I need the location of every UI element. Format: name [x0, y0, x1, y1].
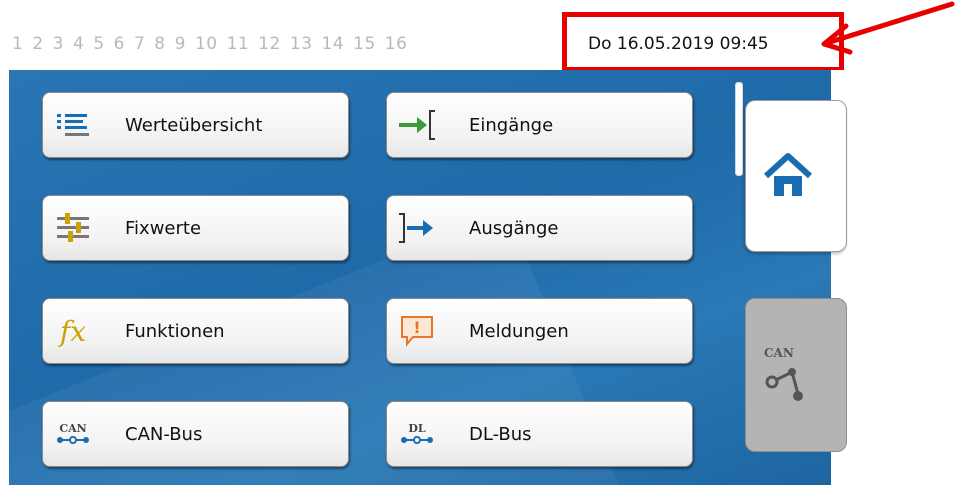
sliders-icon	[53, 208, 93, 248]
inputs-button[interactable]: Eingänge	[386, 92, 693, 158]
can-network-icon-label: CAN	[764, 346, 794, 360]
can-bus-icon-label: CAN	[59, 422, 87, 435]
page-number-list: 1 2 3 4 5 6 7 8 9 10 11 12 13 14 15 16	[12, 34, 407, 54]
page-number-12[interactable]: 12	[258, 34, 281, 54]
messages-button[interactable]: ! Meldungen	[386, 298, 693, 364]
page-number-3[interactable]: 3	[53, 34, 64, 54]
fixed-values-label: Fixwerte	[125, 217, 202, 239]
page-number-11[interactable]: 11	[227, 34, 250, 54]
outputs-label: Ausgänge	[469, 217, 559, 239]
home-icon	[763, 153, 813, 196]
fixed-values-button[interactable]: Fixwerte	[42, 195, 349, 261]
messages-icon: !	[397, 311, 437, 351]
values-overview-button[interactable]: Werteübersicht	[42, 92, 349, 158]
page-number-16[interactable]: 16	[385, 34, 408, 54]
dl-bus-button[interactable]: DL DL-Bus	[386, 401, 693, 467]
annotation-arrow-icon	[821, 1, 955, 55]
dl-bus-icon: DL	[397, 414, 437, 454]
messages-label: Meldungen	[469, 320, 569, 342]
outputs-button[interactable]: Ausgänge	[386, 195, 693, 261]
home-tab[interactable]	[745, 100, 847, 252]
page-number-2[interactable]: 2	[32, 34, 43, 54]
can-bus-label: CAN-Bus	[125, 423, 203, 445]
page-number-10[interactable]: 10	[195, 34, 218, 54]
values-overview-label: Werteübersicht	[125, 114, 263, 136]
page-number-8[interactable]: 8	[154, 34, 165, 54]
page-number-15[interactable]: 15	[353, 34, 376, 54]
functions-label: Funktionen	[125, 320, 225, 342]
dl-bus-icon-label: DL	[408, 422, 426, 435]
page-number-14[interactable]: 14	[322, 34, 345, 54]
dl-bus-label: DL-Bus	[469, 423, 532, 445]
right-edge-background	[831, 70, 958, 485]
functions-button[interactable]: fx Funktionen	[42, 298, 349, 364]
page-number-4[interactable]: 4	[73, 34, 84, 54]
outputs-icon	[397, 208, 437, 248]
page-number-5[interactable]: 5	[93, 34, 104, 54]
main-menu-panel: Werteübersicht Eingänge Fixwerte Ausgäng…	[9, 70, 831, 485]
page-number-1[interactable]: 1	[12, 34, 23, 54]
can-network-icon: CAN	[764, 346, 808, 404]
fx-icon: fx	[53, 311, 93, 351]
fx-icon-letters: fx	[59, 314, 87, 348]
can-network-tab[interactable]: CAN	[745, 298, 847, 452]
inputs-icon	[397, 105, 437, 145]
page-number-6[interactable]: 6	[114, 34, 125, 54]
can-bus-icon: CAN	[53, 414, 93, 454]
messages-icon-mark: !	[413, 317, 421, 337]
page-number-9[interactable]: 9	[175, 34, 186, 54]
page-number-13[interactable]: 13	[290, 34, 313, 54]
page-number-7[interactable]: 7	[134, 34, 145, 54]
can-bus-button[interactable]: CAN CAN-Bus	[42, 401, 349, 467]
list-icon	[53, 105, 93, 145]
inputs-label: Eingänge	[469, 114, 554, 136]
vertical-scrollbar[interactable]	[735, 82, 743, 176]
